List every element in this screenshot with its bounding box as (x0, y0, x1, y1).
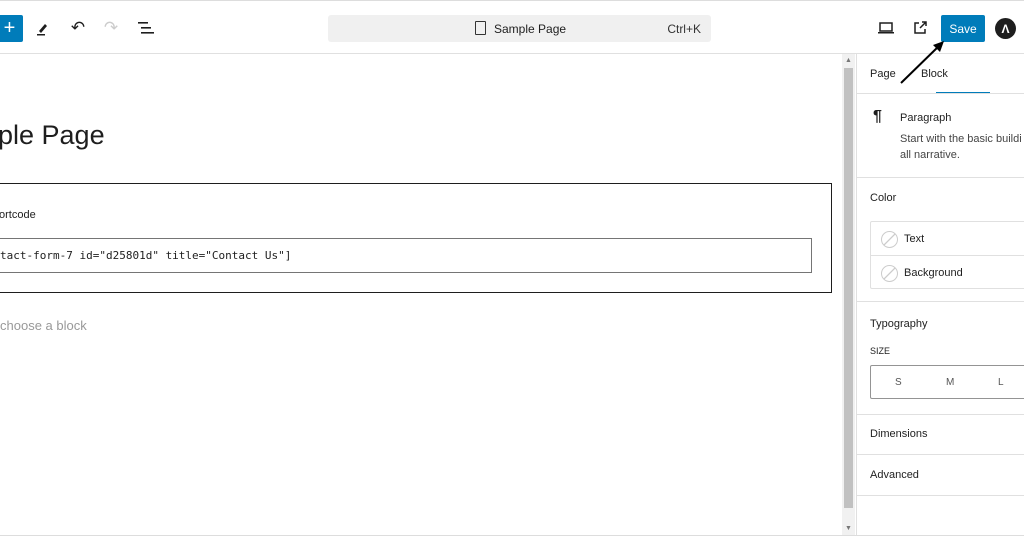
block-name: Paragraph (900, 112, 952, 124)
typography-panel-title[interactable]: Typography (870, 318, 927, 330)
block-description-2: all narrative. (900, 149, 960, 161)
desktop-preview-icon (878, 22, 894, 34)
astra-logo-icon[interactable]: Λ (995, 18, 1016, 39)
tab-page[interactable]: Page (870, 68, 896, 80)
color-text-option[interactable]: Text (871, 222, 1024, 256)
external-link-icon (914, 21, 927, 34)
add-block-button[interactable]: + (0, 15, 23, 42)
redo-icon: ↷ (103, 18, 119, 37)
scroll-up-icon[interactable]: ▲ (845, 57, 852, 64)
advanced-panel-title[interactable]: Advanced (870, 469, 919, 481)
pencil-icon (37, 24, 47, 36)
editor-canvas: ple Page ortcode tact-form-7 id="d25801d… (0, 54, 842, 535)
document-icon (475, 21, 486, 35)
size-s-button[interactable]: S (895, 377, 902, 388)
font-size-picker: S M L (870, 365, 1024, 399)
tab-block[interactable]: Block (921, 68, 948, 80)
dimensions-panel-title[interactable]: Dimensions (870, 428, 927, 440)
tools-button[interactable] (30, 15, 56, 41)
list-view-button[interactable] (133, 15, 159, 41)
list-view-icon (138, 22, 154, 34)
undo-icon: ↶ (70, 18, 86, 37)
scroll-down-icon[interactable]: ▼ (845, 525, 852, 532)
size-label: SIZE (870, 346, 891, 356)
size-m-button[interactable]: M (946, 377, 954, 388)
paragraph-icon: ¶ (873, 108, 882, 125)
plus-icon: + (3, 17, 16, 39)
color-panel-title[interactable]: Color (870, 192, 896, 204)
canvas-scrollbar[interactable]: ▲ ▼ (842, 54, 855, 535)
document-title: Sample Page (494, 22, 567, 36)
undo-button[interactable]: ↶ (65, 15, 91, 41)
color-background-option[interactable]: Background (871, 256, 1024, 290)
scrollbar-thumb[interactable] (844, 68, 853, 508)
shortcode-input[interactable]: tact-form-7 id="d25801d" title="Contact … (0, 238, 812, 273)
shortcode-block[interactable]: ortcode tact-form-7 id="d25801d" title="… (0, 183, 832, 293)
block-description: Start with the basic buildi (900, 133, 1022, 145)
shortcut-hint: Ctrl+K (667, 22, 701, 36)
color-swatch-icon (881, 264, 898, 282)
shortcode-label: ortcode (0, 209, 36, 221)
editor-header: + ↶ ↷ Sample Page Ctrl+K Save Λ (0, 0, 1024, 54)
block-appender-hint[interactable]: choose a block (0, 318, 87, 333)
redo-button[interactable]: ↷ (98, 15, 124, 41)
settings-sidebar: Page Block ¶ Paragraph Start with the ba… (856, 54, 1024, 535)
page-title[interactable]: ple Page (0, 120, 105, 151)
size-l-button[interactable]: L (998, 377, 1004, 388)
command-palette-button[interactable]: Sample Page Ctrl+K (328, 15, 711, 42)
color-swatch-icon (881, 230, 898, 248)
